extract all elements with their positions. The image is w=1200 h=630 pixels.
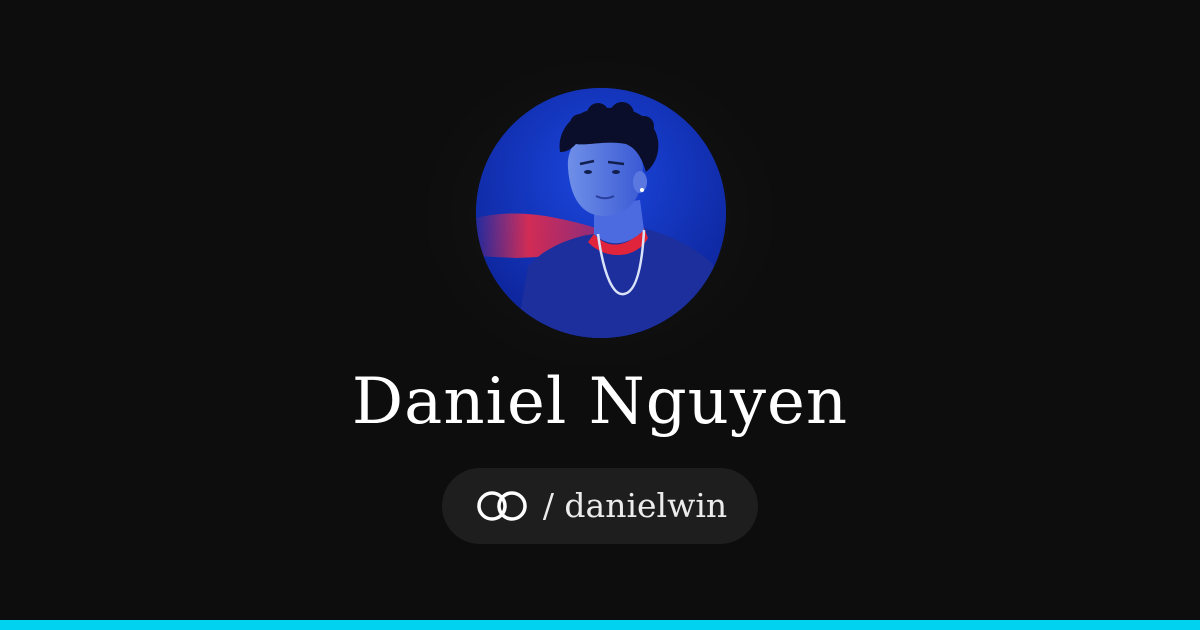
avatar-photo: [476, 88, 726, 338]
avatar: [476, 88, 726, 338]
profile-handle: / danielwin: [542, 486, 728, 525]
accent-bar: [0, 620, 1200, 630]
profile-card: Daniel Nguyen / danielwin: [0, 0, 1200, 630]
profile-name: Daniel Nguyen: [351, 365, 849, 439]
interlocking-rings-icon: [477, 491, 527, 521]
profile-handle-link[interactable]: / danielwin: [442, 468, 758, 544]
